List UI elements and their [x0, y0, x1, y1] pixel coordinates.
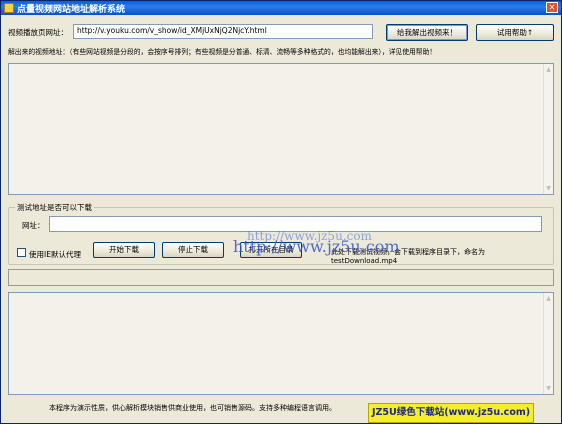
proxy-checkbox[interactable]	[17, 248, 26, 257]
stop-download-button[interactable]: 停止下载	[162, 242, 224, 258]
video-url-input[interactable]: http://v.youku.com/v_show/id_XMjUxNjQ2Nj…	[73, 24, 373, 39]
start-download-button[interactable]: 开始下载	[93, 242, 155, 258]
close-icon[interactable]: ✕	[546, 2, 558, 13]
site-badge: JZ5U绿色下载站(www.jz5u.com)	[368, 403, 535, 423]
download-info-line2: testDownload.mp4	[331, 257, 398, 265]
watermark-large: http://www.jz5u.com	[233, 237, 400, 256]
footer-notice: 本程序为演示性质，供心解析模块销售供商业使用，也可销售源码。支持多种编程语言调用…	[49, 404, 336, 412]
parse-button[interactable]: 给我解出视频来！	[386, 24, 468, 41]
result-scrollbar[interactable]: ▲ ▼	[543, 64, 553, 194]
log-textarea[interactable]: ▲ ▼	[8, 292, 554, 395]
title-bar[interactable]: 点量视频网站地址解析系统 ✕	[1, 1, 561, 15]
scroll-down-icon[interactable]: ▼	[545, 185, 552, 192]
app-window: 点量视频网站地址解析系统 ✕ 视频播放页网址： http://v.youku.c…	[0, 0, 562, 424]
proxy-checkbox-label: 使用IE默认代理	[29, 250, 81, 259]
result-textarea[interactable]: ▲ ▼	[8, 63, 554, 195]
url-label: 视频播放页网址：	[8, 28, 68, 37]
log-scrollbar[interactable]: ▲ ▼	[543, 293, 553, 394]
scroll-up-icon[interactable]: ▲	[545, 66, 552, 73]
group-title: 测试地址是否可以下载	[15, 202, 94, 213]
window-title: 点量视频网站地址解析系统	[17, 5, 126, 15]
test-url-label: 网址：	[22, 221, 45, 230]
result-label: 解出来的视频地址：（有些网站视频是分段的，会按序号排列；有些视频是分普通、标清、…	[8, 48, 437, 56]
app-icon	[4, 3, 14, 13]
log-scroll-up-icon[interactable]: ▲	[545, 295, 552, 302]
help-button[interactable]: 试用帮助↑	[476, 24, 554, 41]
log-scroll-down-icon[interactable]: ▼	[545, 385, 552, 392]
download-progress-bar	[8, 269, 554, 286]
